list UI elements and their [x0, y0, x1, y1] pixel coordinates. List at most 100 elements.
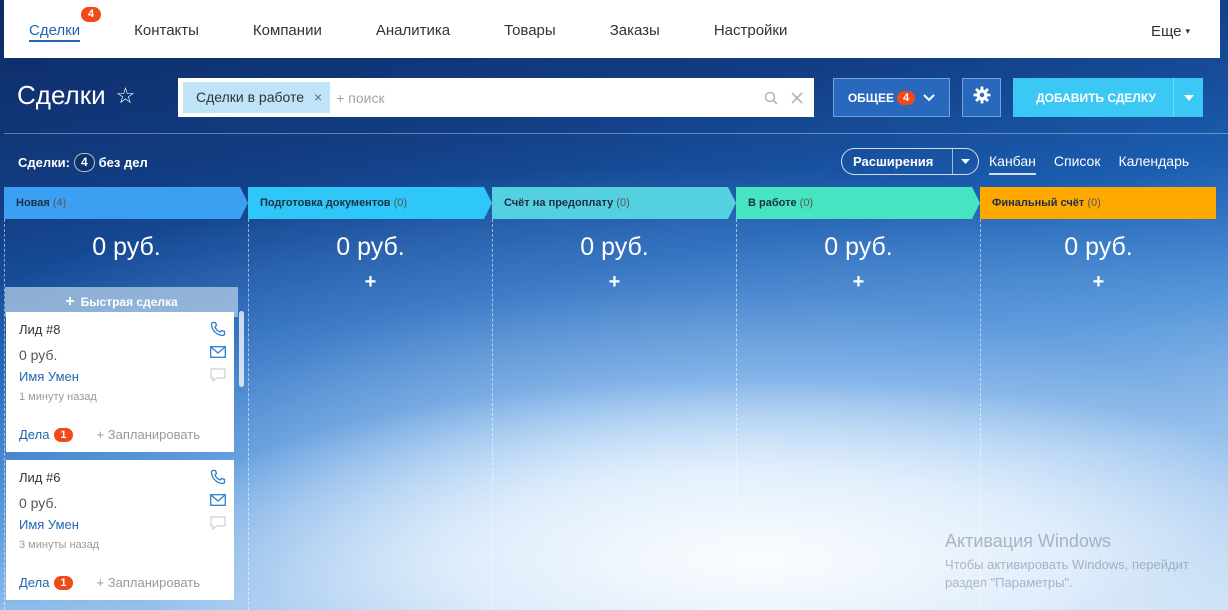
deal-activities-link[interactable]: Дела: [19, 575, 49, 590]
remove-filter-icon[interactable]: ×: [314, 82, 322, 113]
schedule-activity-link[interactable]: + Запланировать: [97, 427, 200, 442]
deal-timestamp: 1 минуту назад: [19, 391, 97, 403]
clear-search-icon[interactable]: [788, 89, 806, 107]
column-count: (4): [52, 197, 67, 209]
deal-client-link[interactable]: Имя Умен: [19, 517, 234, 532]
settings-button[interactable]: [962, 78, 1001, 117]
add-deal-label: ДОБАВИТЬ СДЕЛКУ: [1036, 90, 1156, 105]
column-body: 0 руб. +: [492, 219, 736, 610]
nav-tab-deals[interactable]: Сделки 4: [4, 0, 107, 58]
column-sum: 0 руб.: [1064, 233, 1133, 261]
extensions-button[interactable]: Расширения: [841, 148, 979, 175]
nav-more-label: Еще: [1150, 23, 1182, 40]
add-deal-button[interactable]: ДОБАВИТЬ СДЕЛКУ: [1013, 78, 1203, 117]
star-icon[interactable]: ☆: [116, 83, 136, 109]
quick-deal-label: Быстрая сделка: [80, 295, 178, 309]
deal-activities-count: 1: [54, 427, 73, 442]
nav-tab-companies[interactable]: Компании: [226, 0, 349, 58]
deal-card-footer: Дела 1 + Запланировать: [19, 575, 200, 590]
mail-icon[interactable]: [209, 343, 226, 360]
add-deal-plus-icon[interactable]: +: [737, 271, 980, 294]
column-title: Финальный счёт: [992, 197, 1085, 209]
header-divider: [4, 133, 1228, 134]
general-count-badge: 4: [897, 90, 916, 105]
page-title-text: Сделки: [17, 80, 106, 110]
column-header[interactable]: Подготовка документов (0): [248, 187, 492, 219]
kanban-column-prepayment-invoice: Счёт на предоплату (0) 0 руб. +: [492, 187, 736, 610]
column-count: (0): [393, 197, 408, 209]
add-deal-plus-icon[interactable]: +: [493, 271, 736, 294]
column-header[interactable]: Новая (4): [4, 187, 248, 219]
deal-card-footer: Дела 1 + Запланировать: [19, 427, 200, 442]
chat-icon[interactable]: [209, 514, 226, 531]
kanban-column-in-progress: В работе (0) 0 руб. +: [736, 187, 980, 610]
column-header[interactable]: Финальный счёт (0): [980, 187, 1216, 219]
phone-icon[interactable]: [209, 468, 226, 485]
view-tab-list[interactable]: Список: [1054, 153, 1101, 175]
gear-icon: [973, 86, 991, 109]
deal-card[interactable]: Лид #8 0 руб. Имя Умен 1 минуту назад Де…: [6, 312, 234, 452]
column-sum: 0 руб.: [824, 233, 893, 261]
nav-tab-settings[interactable]: Настройки: [687, 0, 815, 58]
extensions-menu-toggle[interactable]: [952, 149, 978, 174]
search-input[interactable]: [336, 89, 762, 106]
add-deal-menu-toggle[interactable]: [1173, 78, 1203, 117]
extensions-label: Расширения: [853, 154, 934, 169]
column-header[interactable]: В работе (0): [736, 187, 980, 219]
view-switcher: Канбан Список Календарь: [989, 153, 1207, 175]
deal-card[interactable]: Лид #6 0 руб. Имя Умен 3 минуты назад Де…: [6, 460, 234, 600]
filter-search-bar[interactable]: Сделки в работе ×: [178, 78, 814, 117]
caret-down-icon: ▾: [1185, 26, 1190, 36]
nav-tab-label: Заказы: [609, 22, 660, 39]
nav-tab-products[interactable]: Товары: [477, 0, 583, 58]
search-icon[interactable]: [762, 89, 780, 107]
column-title: Счёт на предоплату: [504, 197, 614, 209]
nav-tab-label: Товары: [504, 22, 556, 39]
phone-icon[interactable]: [209, 320, 226, 337]
top-navigation: Сделки 4 Контакты Компании Аналитика Тов…: [4, 0, 1220, 58]
column-count: (0): [1087, 197, 1101, 209]
filter-chip[interactable]: Сделки в работе ×: [183, 82, 331, 113]
view-tab-calendar[interactable]: Календарь: [1118, 153, 1189, 175]
deal-timestamp: 3 минуты назад: [19, 539, 100, 551]
add-deal-plus-icon[interactable]: +: [249, 271, 492, 294]
deals-counter-label: Сделки:: [18, 155, 70, 170]
nav-tab-analytics[interactable]: Аналитика: [349, 0, 477, 58]
deal-activities-count: 1: [54, 575, 73, 590]
general-label: ОБЩЕЕ: [847, 90, 895, 105]
watermark-line: раздел "Параметры".: [945, 575, 1073, 590]
deal-title[interactable]: Лид #6: [19, 470, 234, 488]
nav-tab-label: Настройки: [713, 22, 788, 39]
column-title: В работе: [748, 197, 797, 209]
schedule-activity-link[interactable]: + Запланировать: [97, 575, 200, 590]
column-header[interactable]: Счёт на предоплату (0): [492, 187, 736, 219]
deal-sum: 0 руб.: [19, 495, 58, 511]
general-category-button[interactable]: ОБЩЕЕ 4: [833, 78, 950, 117]
deal-sum: 0 руб.: [19, 347, 58, 363]
deals-counter: Сделки: 4 без дел: [18, 153, 148, 172]
nav-tab-label: Аналитика: [375, 22, 451, 39]
chat-icon[interactable]: [209, 366, 226, 383]
nav-tab-label: Компании: [252, 22, 322, 39]
nav-tab-label: Контакты: [134, 22, 199, 39]
deal-client-link[interactable]: Имя Умен: [19, 369, 234, 384]
column-title: Подготовка документов: [260, 197, 391, 209]
column-scrollbar[interactable]: [239, 311, 244, 387]
deals-notification-badge: 4: [81, 7, 102, 22]
deal-activities-link[interactable]: Дела: [19, 427, 49, 442]
chevron-down-icon: [923, 91, 935, 105]
filter-chip-label: Сделки в работе: [196, 89, 305, 105]
deal-title[interactable]: Лид #8: [19, 322, 234, 340]
add-deal-plus-icon[interactable]: +: [981, 271, 1216, 294]
nav-tab-orders[interactable]: Заказы: [583, 0, 687, 58]
watermark-title: Активация Windows: [945, 531, 1111, 551]
nav-tab-contacts[interactable]: Контакты: [107, 0, 226, 58]
mail-icon[interactable]: [209, 491, 226, 508]
deals-counter-suffix: без дел: [98, 155, 148, 170]
column-count: (0): [616, 197, 630, 209]
nav-more-menu[interactable]: Еще ▾: [1151, 0, 1220, 58]
column-title: Новая: [16, 197, 50, 209]
deals-counter-value[interactable]: 4: [73, 153, 95, 172]
plus-icon: +: [65, 293, 75, 310]
view-tab-kanban[interactable]: Канбан: [989, 153, 1036, 175]
